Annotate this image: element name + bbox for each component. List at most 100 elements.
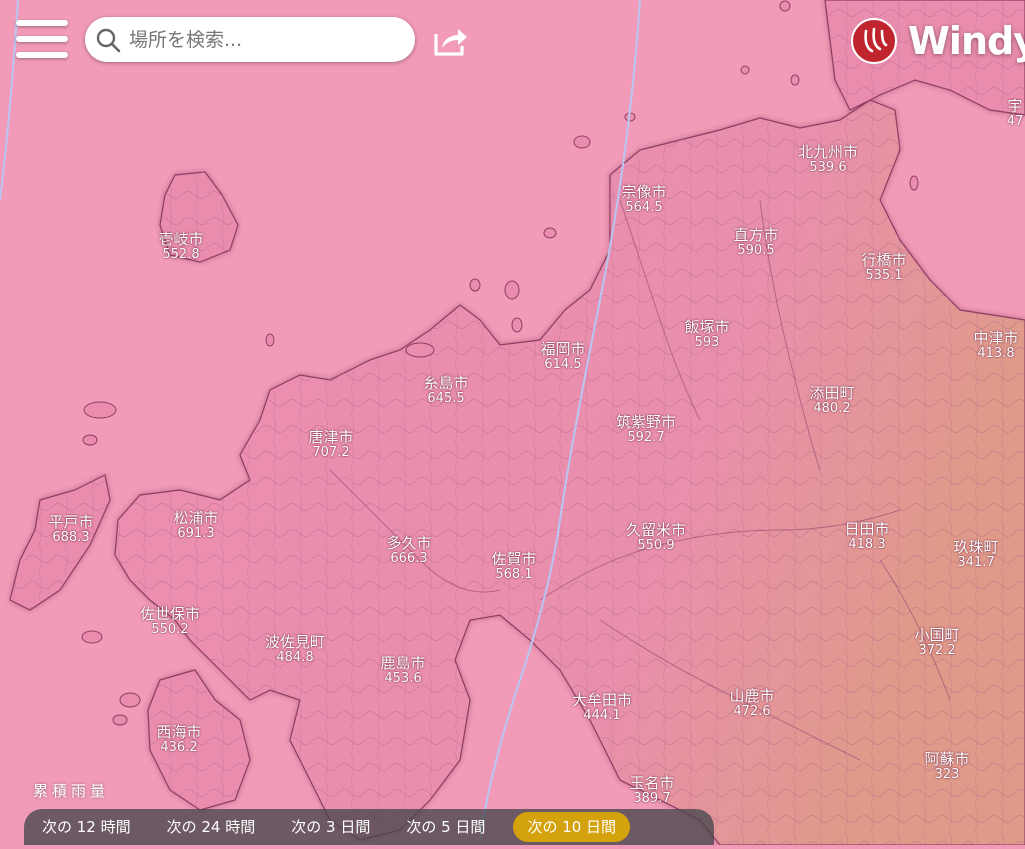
city-name: 佐賀市 (491, 550, 537, 568)
city-label[interactable]: 宗像市 564.5 (621, 183, 667, 216)
city-label[interactable]: 大牟田市 444.1 (571, 691, 633, 724)
city-label[interactable]: 松浦市 691.3 (173, 509, 219, 542)
map-canvas[interactable] (0, 0, 1025, 846)
city-label[interactable]: 久留米市 550.9 (625, 521, 687, 554)
city-label[interactable]: 北九州市 539.6 (797, 143, 859, 176)
city-label[interactable]: 添田町 480.2 (809, 384, 855, 417)
city-name: 佐世保市 (139, 605, 201, 623)
hamburger-icon (16, 20, 68, 26)
city-rain-value: 550.9 (637, 538, 675, 554)
city-label[interactable]: 鹿島市 453.6 (380, 654, 425, 687)
city-name: 松浦市 (173, 509, 219, 527)
tab-next-3d[interactable]: 次の 3 日間 (277, 812, 384, 842)
city-label[interactable]: 波佐見町 484.8 (264, 633, 326, 666)
search-icon (96, 28, 121, 52)
city-name: 行橋市 (861, 251, 907, 269)
city-label[interactable]: 福岡市 614.5 (540, 340, 586, 373)
time-range-tabs: 次の 12 時間 次の 24 時間 次の 3 日間 次の 5 日間 次の 10 … (24, 809, 714, 845)
city-label[interactable]: 中津市 413.8 (973, 329, 1019, 362)
city-rain-value: 372.2 (918, 643, 956, 659)
city-rain-value: 645.5 (427, 391, 465, 407)
city-name: 福岡市 (540, 340, 586, 358)
city-name: 直方市 (733, 226, 779, 244)
tab-next-5d[interactable]: 次の 5 日間 (392, 812, 499, 842)
city-rain-value: 341.7 (957, 555, 995, 571)
city-rain-value: 480.2 (813, 401, 851, 417)
tab-next-10d[interactable]: 次の 10 日間 (513, 812, 631, 842)
city-name: 日田市 (844, 520, 890, 538)
city-name: 壱岐市 (158, 230, 204, 248)
share-button[interactable] (432, 22, 470, 58)
search-input[interactable] (127, 27, 391, 52)
city-rain-value: 413.8 (977, 346, 1015, 362)
tab-next-12h[interactable]: 次の 12 時間 (28, 812, 145, 842)
city-label[interactable]: 平戸市 688.3 (48, 513, 94, 546)
tab-next-24h[interactable]: 次の 24 時間 (153, 812, 270, 842)
city-label[interactable]: 宇 47 (1006, 97, 1024, 130)
city-label[interactable]: 西海市 436.2 (156, 723, 202, 756)
city-label[interactable]: 阿蘇市 323 (924, 750, 970, 783)
city-rain-value: 593 (694, 335, 720, 351)
city-rain-value: 418.3 (848, 537, 886, 553)
windy-logo-icon (851, 18, 897, 64)
city-label[interactable]: 多久市 666.3 (386, 534, 432, 567)
city-rain-value: 552.8 (162, 247, 200, 263)
city-label[interactable]: 壱岐市 552.8 (158, 230, 204, 263)
city-rain-value: 707.2 (312, 445, 350, 461)
city-name: 玉名市 (629, 774, 675, 792)
city-rain-value: 564.5 (625, 200, 663, 216)
city-rain-value: 389.7 (633, 791, 671, 807)
windy-logo[interactable]: Windy (850, 16, 1025, 66)
rain-accumulation-map[interactable]: 壱岐市 552.8 宗像市 564.5 北九州市 539.6 直方市 590.5 行橋市… (0, 0, 1025, 846)
city-name: 宇 (1007, 97, 1023, 115)
city-rain-value: 444.1 (583, 708, 621, 724)
city-rain-value: 535.1 (865, 268, 903, 284)
city-name: 久留米市 (625, 521, 687, 539)
city-name: 添田町 (809, 384, 855, 402)
city-name: 宗像市 (621, 183, 667, 201)
city-rain-value: 539.6 (809, 160, 847, 176)
city-name: 多久市 (386, 534, 432, 552)
city-rain-value: 453.6 (384, 671, 422, 687)
city-name: 西海市 (156, 723, 202, 741)
city-rain-value: 47 (1006, 114, 1024, 130)
search-bar[interactable] (85, 17, 415, 62)
city-name: 波佐見町 (264, 633, 326, 651)
city-rain-value: 592.7 (627, 430, 665, 446)
city-name: 飯塚市 (684, 318, 730, 336)
city-rain-value: 472.6 (733, 704, 771, 720)
hamburger-icon (16, 36, 68, 42)
city-label[interactable]: 山鹿市 472.6 (729, 687, 775, 720)
city-name: 中津市 (973, 329, 1019, 347)
accumulation-label: 累積雨量 (33, 782, 110, 800)
city-label[interactable]: 飯塚市 593 (684, 318, 730, 351)
menu-button[interactable] (14, 18, 72, 62)
city-name: 山鹿市 (729, 687, 775, 705)
city-label[interactable]: 玖珠町 341.7 (953, 538, 999, 571)
city-label[interactable]: 日田市 418.3 (844, 520, 890, 553)
city-rain-value: 666.3 (390, 551, 428, 567)
city-rain-value: 614.5 (544, 357, 582, 373)
city-name: 玖珠町 (953, 538, 999, 556)
city-name: 筑紫野市 (615, 413, 677, 431)
city-rain-value: 568.1 (495, 567, 533, 583)
share-icon (434, 29, 467, 56)
city-label[interactable]: 佐賀市 568.1 (491, 550, 537, 583)
city-label[interactable]: 佐世保市 550.2 (139, 605, 201, 638)
city-name: 北九州市 (797, 143, 859, 161)
city-name: 大牟田市 (571, 691, 633, 709)
city-label[interactable]: 直方市 590.5 (733, 226, 779, 259)
city-label[interactable]: 玉名市 389.7 (629, 774, 675, 807)
city-rain-value: 590.5 (737, 243, 775, 259)
city-label[interactable]: 唐津市 707.2 (308, 428, 354, 461)
city-name: 平戸市 (48, 513, 94, 531)
city-label[interactable]: 筑紫野市 592.7 (615, 413, 677, 446)
city-label[interactable]: 行橋市 535.1 (861, 251, 907, 284)
city-name: 糸島市 (423, 374, 469, 392)
city-name: 唐津市 (308, 428, 354, 446)
city-rain-value: 691.3 (177, 526, 215, 542)
city-rain-value: 323 (934, 767, 960, 783)
city-name: 阿蘇市 (924, 750, 970, 768)
city-label[interactable]: 糸島市 645.5 (423, 374, 469, 407)
city-label[interactable]: 小国町 372.2 (914, 626, 959, 659)
